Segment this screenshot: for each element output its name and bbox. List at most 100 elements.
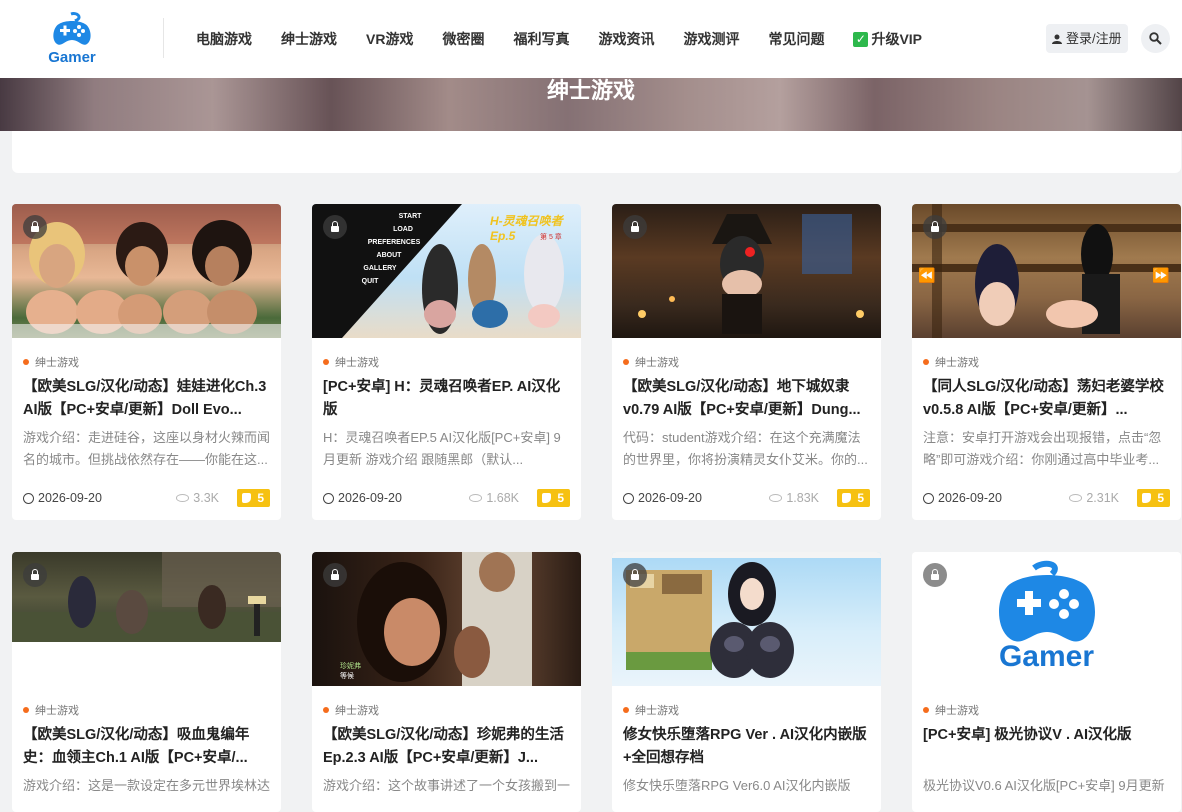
- dot-icon: [923, 359, 929, 365]
- post-title[interactable]: [PC+安卓] H：灵魂召唤者EP. AI汉化版: [323, 376, 573, 422]
- post-category[interactable]: 绅士游戏: [923, 702, 979, 718]
- post-views: 1.83K: [769, 491, 819, 505]
- lock-icon: [323, 563, 347, 587]
- nav-item-vip[interactable]: ✓ 升级VIP: [853, 29, 922, 49]
- nav-item-gentleman-games[interactable]: 绅士游戏: [281, 29, 337, 49]
- post-title[interactable]: 【欧美SLG/汉化/动态】娃娃进化Ch.3 AI版【PC+安卓/更新】Doll …: [23, 376, 273, 422]
- post-card[interactable]: 绅士游戏 【欧美SLG/汉化/动态】娃娃进化Ch.3 AI版【PC+安卓/更新】…: [12, 204, 281, 520]
- post-date: 2026-09-20: [323, 491, 402, 505]
- nav-item-faq[interactable]: 常见问题: [768, 29, 824, 49]
- date-label: 2026-09-20: [38, 491, 102, 505]
- nav-item-pc-games[interactable]: 电脑游戏: [196, 29, 252, 49]
- svg-text:⏩: ⏩: [1152, 267, 1169, 284]
- points-label: 5: [857, 491, 864, 505]
- filter-bar: [12, 131, 1181, 173]
- nav-item-photos[interactable]: 福利写真: [513, 29, 569, 49]
- post-thumbnail[interactable]: Gamer: [912, 552, 1181, 686]
- dot-icon: [323, 707, 329, 713]
- nav-item-news[interactable]: 游戏资讯: [598, 29, 654, 49]
- login-button[interactable]: 登录/注册: [1046, 24, 1128, 53]
- thumbnail-art: 珍妮弗 等候: [340, 552, 532, 686]
- post-thumbnail[interactable]: ⏪ ⏩: [912, 204, 1181, 338]
- eye-icon: [1069, 494, 1083, 502]
- post-thumbnail[interactable]: [12, 552, 281, 642]
- date-label: 2026-09-20: [638, 491, 702, 505]
- nav-item-circle[interactable]: 微密圈: [442, 29, 484, 49]
- menu-preferences: PREFERENCES: [367, 239, 421, 246]
- post-excerpt: 修女快乐堕落RPG Ver6.0 AI汉化内嵌版: [623, 778, 851, 793]
- points-badge: 5: [237, 489, 270, 507]
- category-label: 绅士游戏: [935, 705, 979, 717]
- menu-gallery: GALLERY: [363, 265, 397, 272]
- post-thumbnail[interactable]: [612, 552, 881, 686]
- post-card[interactable]: Gamer 绅士游戏 [PC+安卓] 极光协议V . AI汉化版 极光协议V0.…: [912, 552, 1181, 812]
- post-card[interactable]: 珍妮弗 等候 绅士游戏 【欧美SLG/汉化/动态】珍妮弗的生活Ep.2.3 AI…: [312, 552, 581, 812]
- post-card[interactable]: 绅士游戏 【欧美SLG/汉化/动态】地下城奴隶v0.79 AI版【PC+安卓/更…: [612, 204, 881, 520]
- points-label: 5: [257, 491, 264, 505]
- lock-icon: [623, 215, 647, 239]
- dot-icon: [623, 359, 629, 365]
- post-thumbnail[interactable]: [612, 204, 881, 338]
- post-title[interactable]: 【欧美SLG/汉化/动态】地下城奴隶v0.79 AI版【PC+安卓/更新】Dun…: [623, 376, 873, 422]
- post-title[interactable]: [PC+安卓] 极光协议V . AI汉化版: [923, 724, 1173, 747]
- lock-icon: [923, 215, 947, 239]
- post-excerpt: 游戏介绍：走进硅谷，这座以身材火辣而闻名的城市。但挑战依然存在——你能在这...: [23, 430, 271, 467]
- dot-icon: [23, 359, 29, 365]
- post-category[interactable]: 绅士游戏: [23, 354, 79, 370]
- points-badge: 5: [1137, 489, 1170, 507]
- post-meta: 2026-09-20 3.3K 5: [23, 489, 270, 507]
- post-category[interactable]: 绅士游戏: [923, 354, 979, 370]
- post-date: 2026-09-20: [23, 491, 102, 505]
- login-label: 登录/注册: [1066, 31, 1122, 46]
- thumbnail-art: ⏪ ⏩: [912, 204, 1181, 338]
- post-title[interactable]: 【欧美SLG/汉化/动态】珍妮弗的生活Ep.2.3 AI版【PC+安卓/更新】J…: [323, 724, 573, 770]
- post-thumbnail[interactable]: START LOAD PREFERENCES ABOUT GALLERY QUI…: [312, 204, 581, 338]
- nav-item-reviews[interactable]: 游戏测评: [683, 29, 739, 49]
- post-thumbnail[interactable]: [12, 204, 281, 338]
- post-category[interactable]: 绅士游戏: [623, 702, 679, 718]
- post-card[interactable]: ⏪ ⏩ 绅士游戏 【同人SLG/汉化/动态】荡妇老婆学校v0.5.8 AI版【P…: [912, 204, 1181, 520]
- search-button[interactable]: [1141, 24, 1170, 53]
- nav-item-vr-games[interactable]: VR游戏: [366, 29, 413, 49]
- user-icon: [1052, 34, 1063, 44]
- dot-icon: [323, 359, 329, 365]
- search-icon: [1149, 32, 1162, 45]
- post-title[interactable]: 【同人SLG/汉化/动态】荡妇老婆学校v0.5.8 AI版【PC+安卓/更新】.…: [923, 376, 1173, 422]
- post-card[interactable]: 绅士游戏 修女快乐堕落RPG Ver . AI汉化内嵌版+全回想存档 修女快乐堕…: [612, 552, 881, 812]
- post-views: 3.3K: [176, 491, 219, 505]
- thumbnail-art: [12, 552, 281, 642]
- post-title[interactable]: 修女快乐堕落RPG Ver . AI汉化内嵌版+全回想存档: [623, 724, 873, 770]
- post-meta: 2026-09-20 2.31K 5: [923, 489, 1170, 507]
- post-thumbnail[interactable]: 珍妮弗 等候: [312, 552, 581, 686]
- post-excerpt: 游戏介绍：这个故事讲述了一个女孩搬到一: [323, 778, 571, 793]
- game-chapter: 第 5 章: [540, 234, 562, 241]
- post-meta: 2026-09-20 1.83K 5: [623, 489, 870, 507]
- lock-icon: [923, 563, 947, 587]
- logo-text: Gamer: [48, 49, 96, 66]
- post-card[interactable]: 绅士游戏 【欧美SLG/汉化/动态】吸血鬼编年史：血领主Ch.1 AI版【PC+…: [12, 552, 281, 812]
- site-logo[interactable]: Gamer: [40, 12, 104, 68]
- post-title[interactable]: 【欧美SLG/汉化/动态】吸血鬼编年史：血领主Ch.1 AI版【PC+安卓/..…: [23, 724, 273, 770]
- post-category[interactable]: 绅士游戏: [623, 354, 679, 370]
- eye-icon: [176, 494, 190, 502]
- post-views: 2.31K: [1069, 491, 1119, 505]
- points-label: 5: [1157, 491, 1164, 505]
- views-label: 1.68K: [486, 491, 519, 505]
- post-excerpt: 游戏介绍：这是一款设定在多元世界埃林达: [23, 778, 271, 793]
- thumbnail-art: [638, 214, 864, 334]
- category-label: 绅士游戏: [35, 357, 79, 369]
- views-label: 3.3K: [193, 491, 219, 505]
- site-header: Gamer 电脑游戏 绅士游戏 VR游戏 微密圈 福利写真 游戏资讯 游戏测评 …: [0, 0, 1182, 78]
- points-badge: 5: [837, 489, 870, 507]
- category-label: 绅士游戏: [335, 705, 379, 717]
- svg-text:等候: 等候: [340, 671, 354, 680]
- post-card[interactable]: START LOAD PREFERENCES ABOUT GALLERY QUI…: [312, 204, 581, 520]
- thumbnail-art: [12, 204, 281, 338]
- category-label: 绅士游戏: [35, 705, 79, 717]
- eye-icon: [469, 494, 483, 502]
- post-category[interactable]: 绅士游戏: [323, 354, 379, 370]
- post-category[interactable]: 绅士游戏: [323, 702, 379, 718]
- post-category[interactable]: 绅士游戏: [23, 702, 79, 718]
- menu-about: ABOUT: [376, 252, 402, 259]
- post-excerpt: 极光协议V0.6 AI汉化版[PC+安卓] 9月更新: [923, 778, 1165, 793]
